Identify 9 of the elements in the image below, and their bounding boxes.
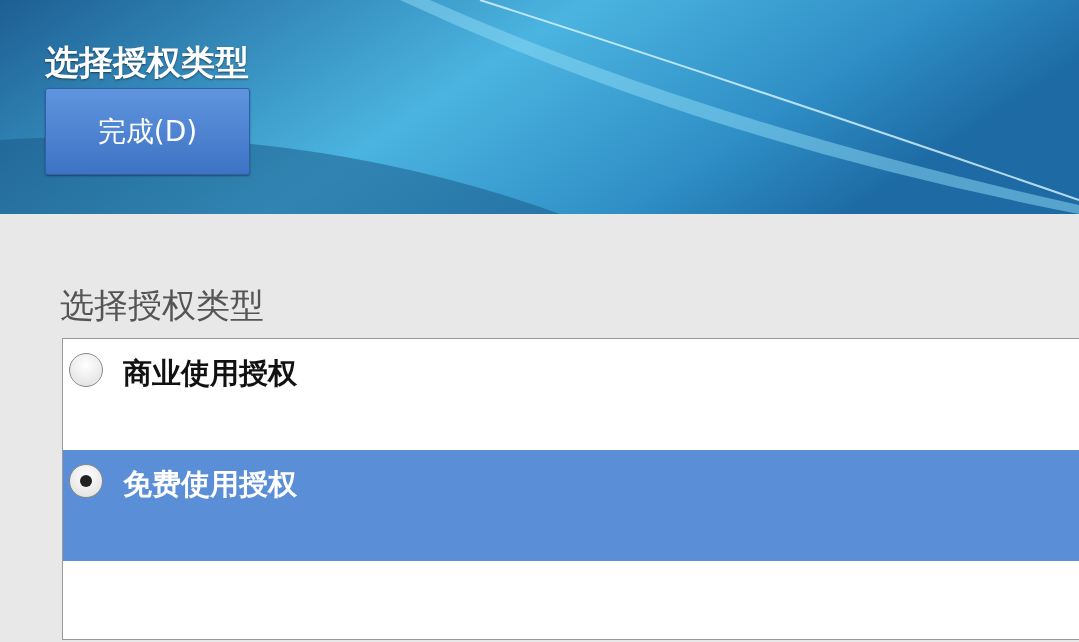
- license-option[interactable]: 商业使用授权: [63, 339, 1079, 450]
- option-label: 免费使用授权: [123, 466, 297, 503]
- license-option[interactable]: 免费使用授权: [63, 450, 1079, 561]
- option-label: 商业使用授权: [123, 355, 297, 392]
- section-label: 选择授权类型: [60, 284, 264, 326]
- radio-button[interactable]: [69, 464, 103, 498]
- window-title: 选择授权类型: [45, 41, 249, 84]
- done-button[interactable]: 完成(D): [45, 88, 250, 175]
- radio-button[interactable]: [69, 353, 103, 387]
